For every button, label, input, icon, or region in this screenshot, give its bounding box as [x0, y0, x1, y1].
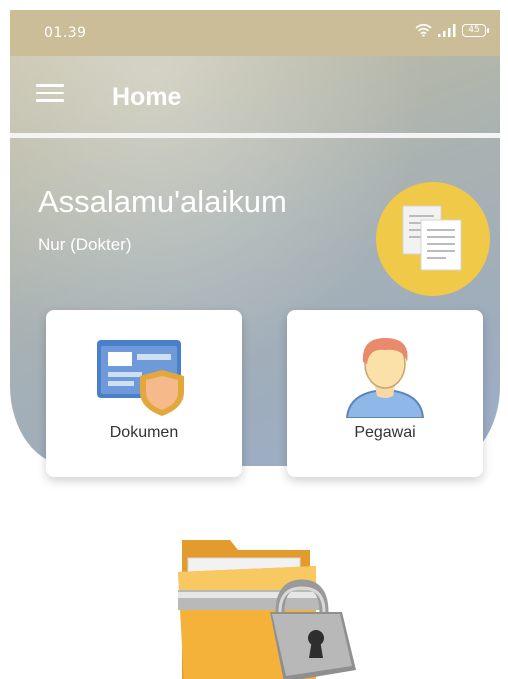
documents-badge: [376, 182, 490, 296]
signal-icon: [438, 23, 456, 37]
pegawai-card-label: Pegawai: [354, 424, 416, 441]
status-time: 01.39: [44, 25, 87, 41]
pegawai-card[interactable]: Pegawai: [287, 310, 483, 477]
locked-folder-icon: [178, 540, 356, 679]
id-card-shield-icon: [97, 340, 184, 416]
dokumen-card[interactable]: Dokumen: [46, 310, 242, 477]
page-title: Home: [112, 83, 182, 111]
hamburger-menu-icon[interactable]: [36, 84, 64, 106]
user-role-text: Nur (Dokter): [38, 235, 132, 254]
status-bar: 01.39 45: [10, 10, 500, 56]
phone-screen: 01.39 45 Home Assalamu'alaikum Nur (Dokt…: [10, 10, 500, 679]
app-bar: Home: [10, 56, 500, 134]
dokumen-card-label: Dokumen: [109, 424, 179, 441]
status-icons: 45: [415, 23, 489, 37]
user-person-icon: [345, 338, 425, 418]
battery-level: 45: [468, 24, 480, 35]
battery-icon: 45: [462, 23, 489, 37]
greeting-text: Assalamu'alaikum: [38, 184, 287, 219]
app-bar-divider: [10, 133, 500, 138]
documents-icon: [402, 205, 462, 271]
wifi-icon: [415, 23, 432, 37]
